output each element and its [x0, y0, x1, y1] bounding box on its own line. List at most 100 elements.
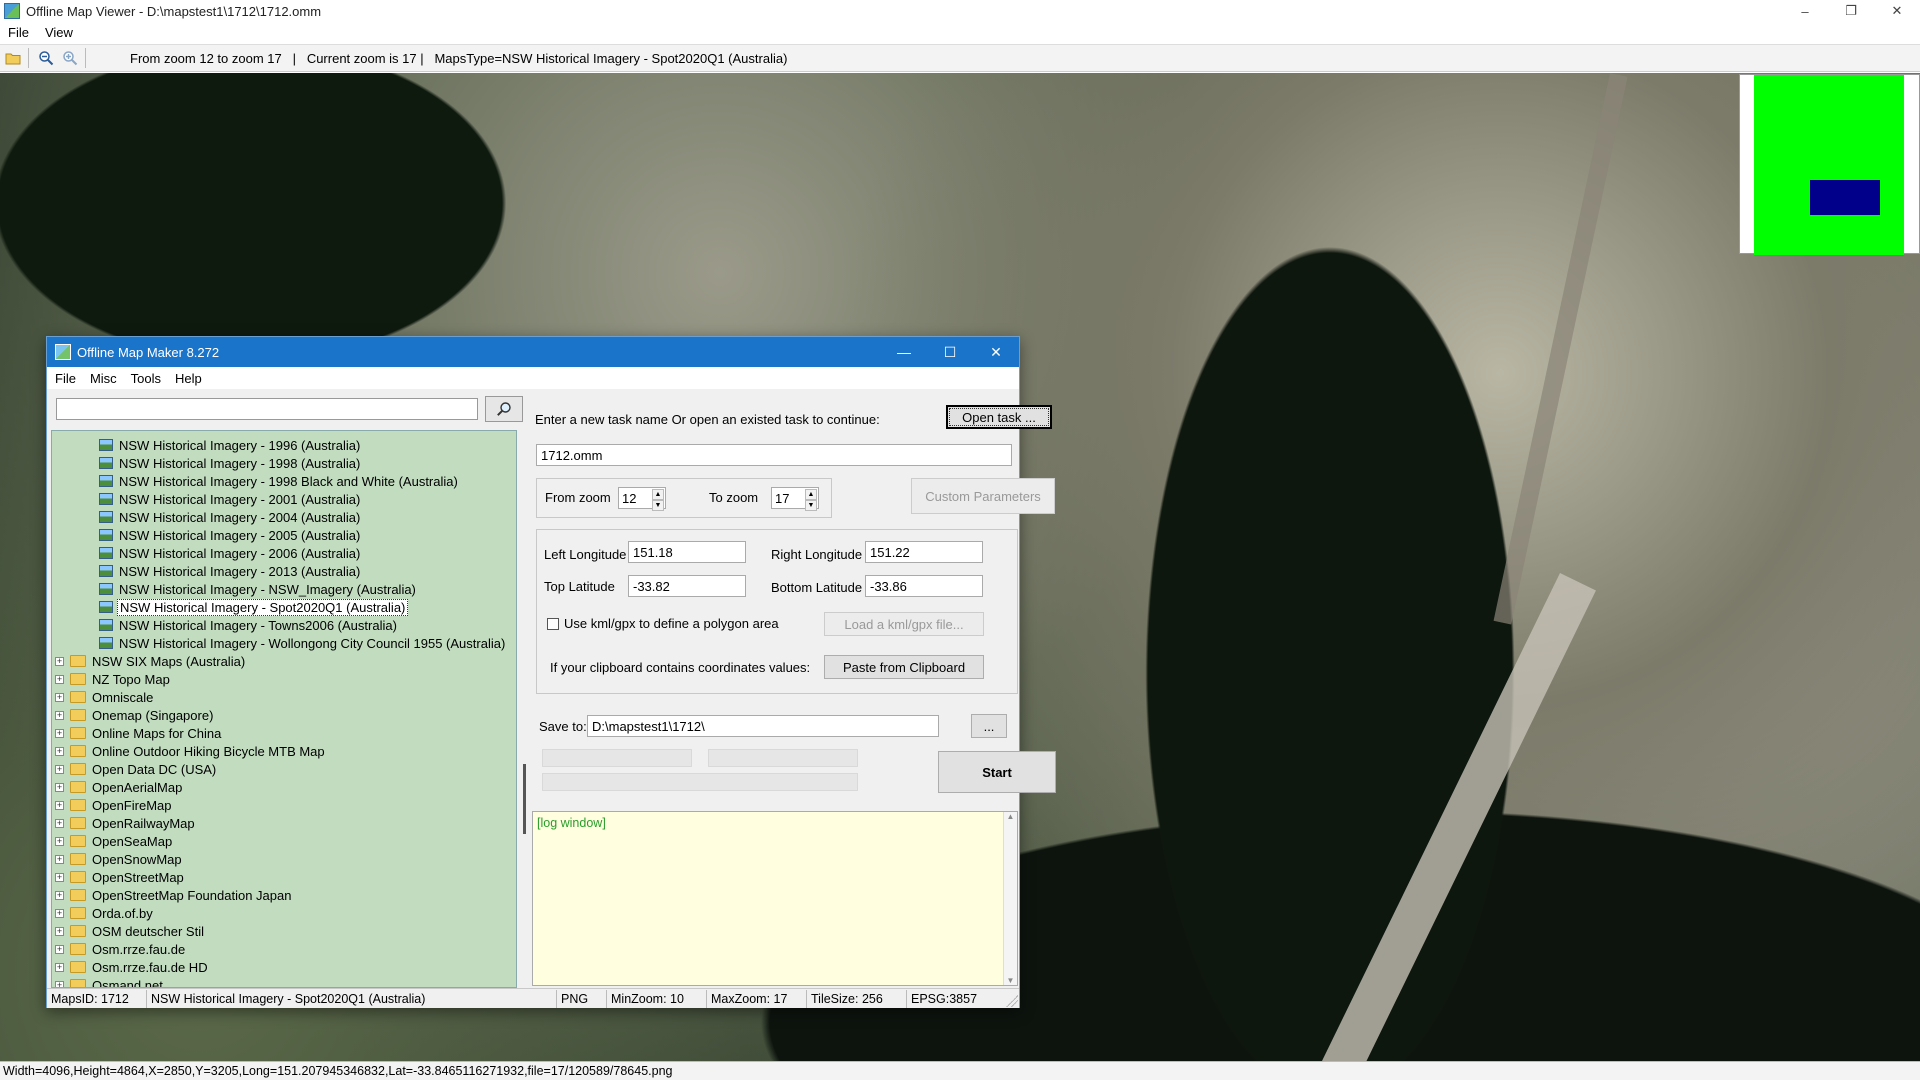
tree-item-folder[interactable]: + Osm.rrze.fau.de HD: [52, 958, 210, 976]
tree-item-folder[interactable]: + Online Outdoor Hiking Bicycle MTB Map: [52, 742, 327, 760]
dialog-menu-file[interactable]: File: [55, 371, 76, 386]
expand-icon[interactable]: +: [55, 674, 64, 684]
tree-item-folder[interactable]: + OSM deutscher Stil: [52, 922, 206, 940]
top-latitude-input[interactable]: [628, 575, 746, 597]
tree-item-map-source[interactable]: NSW Historical Imagery - 2005 (Australia…: [52, 526, 362, 544]
app-icon: [4, 3, 20, 19]
tree-item-map-source[interactable]: NSW Historical Imagery - 1996 (Australia…: [52, 436, 362, 454]
tree-item-map-source[interactable]: NSW Historical Imagery - 2001 (Australia…: [52, 490, 362, 508]
custom-parameters-button[interactable]: Custom Parameters: [911, 478, 1055, 514]
spin-up-icon[interactable]: ▲: [805, 489, 817, 500]
from-zoom-stepper[interactable]: 12 ▲ ▼: [618, 487, 666, 511]
dialog-menu-tools[interactable]: Tools: [131, 371, 161, 386]
map-search-input[interactable]: [56, 398, 478, 420]
spin-up-icon[interactable]: ▲: [652, 489, 664, 500]
browse-button[interactable]: ...: [971, 714, 1007, 738]
tree-item-folder[interactable]: + Onemap (Singapore): [52, 706, 215, 724]
load-kml-button[interactable]: Load a kml/gpx file...: [824, 612, 984, 636]
tree-item-folder[interactable]: + OpenStreetMap Foundation Japan: [52, 886, 293, 904]
task-prompt-label: Enter a new task name Or open an existed…: [535, 412, 880, 427]
dialog-menu-help[interactable]: Help: [175, 371, 202, 386]
tree-item-folder[interactable]: + OpenFireMap: [52, 796, 173, 814]
resize-grip[interactable]: [1006, 995, 1018, 1007]
tree-item-map-source[interactable]: NSW Historical Imagery - NSW_Imagery (Au…: [52, 580, 418, 598]
dialog-close-button[interactable]: ✕: [973, 337, 1019, 367]
spin-down-icon[interactable]: ▼: [805, 500, 817, 511]
bottom-latitude-input[interactable]: [865, 575, 983, 597]
tree-item-map-source[interactable]: NSW Historical Imagery - 2006 (Australia…: [52, 544, 362, 562]
kml-checkbox[interactable]: [547, 618, 559, 630]
expand-icon[interactable]: +: [55, 656, 64, 666]
expand-icon[interactable]: +: [55, 692, 64, 702]
left-longitude-input[interactable]: [628, 541, 746, 563]
tree-item-map-source[interactable]: NSW Historical Imagery - 1998 (Australia…: [52, 454, 362, 472]
expand-icon[interactable]: +: [55, 908, 64, 918]
tree-item-folder[interactable]: + OpenSeaMap: [52, 832, 174, 850]
tree-item-folder[interactable]: + OpenAerialMap: [52, 778, 184, 796]
tree-item-folder[interactable]: + Omniscale: [52, 688, 155, 706]
expand-icon[interactable]: +: [55, 980, 64, 987]
expand-icon[interactable]: +: [55, 944, 64, 954]
zoom-out-icon[interactable]: [35, 47, 57, 69]
log-scrollbar[interactable]: ▲ ▼: [1003, 812, 1017, 985]
tree-item-map-source[interactable]: NSW Historical Imagery - 2004 (Australia…: [52, 508, 362, 526]
tree-item-map-source[interactable]: NSW Historical Imagery - Towns2006 (Aust…: [52, 616, 399, 634]
paste-clipboard-button[interactable]: Paste from Clipboard: [824, 655, 984, 679]
expand-icon[interactable]: +: [55, 800, 64, 810]
tree-item-folder[interactable]: + Orda.of.by: [52, 904, 155, 922]
scroll-down-icon[interactable]: ▼: [1007, 976, 1015, 985]
dialog-minimize-button[interactable]: —: [881, 337, 927, 367]
minimize-button[interactable]: –: [1782, 0, 1828, 22]
expand-icon[interactable]: +: [55, 962, 64, 972]
task-name-input[interactable]: [536, 444, 1012, 466]
tree-folder-label: Omniscale: [92, 689, 154, 705]
tree-item-folder[interactable]: + Online Maps for China: [52, 724, 223, 742]
expand-icon[interactable]: +: [55, 728, 64, 738]
expand-icon[interactable]: +: [55, 782, 64, 792]
start-button[interactable]: Start: [938, 751, 1056, 793]
expand-icon[interactable]: +: [55, 764, 64, 774]
tree-item-folder[interactable]: + OpenRailwayMap: [52, 814, 197, 832]
open-task-button[interactable]: Open task ...: [946, 405, 1052, 429]
tree-item-map-source[interactable]: NSW Historical Imagery - 1998 Black and …: [52, 472, 460, 490]
tree-item-map-source[interactable]: NSW Historical Imagery - Wollongong City…: [52, 634, 507, 652]
overview-minimap[interactable]: [1739, 74, 1920, 255]
right-longitude-input[interactable]: [865, 541, 983, 563]
tree-item-folder[interactable]: + Osmand.net: [52, 976, 165, 987]
tree-folder-label: OpenStreetMap: [92, 869, 184, 885]
expand-icon[interactable]: +: [55, 746, 64, 756]
dialog-maximize-button[interactable]: ☐: [927, 337, 973, 367]
coordinates-group: Left Longitude Right Longitude Top Latit…: [536, 529, 1018, 694]
menu-file[interactable]: File: [8, 25, 29, 40]
expand-icon[interactable]: +: [55, 836, 64, 846]
restore-button[interactable]: ❐: [1828, 0, 1874, 22]
tree-item-folder[interactable]: + NZ Topo Map: [52, 670, 172, 688]
tree-item-map-source[interactable]: NSW Historical Imagery - Spot2020Q1 (Aus…: [52, 598, 409, 616]
log-window[interactable]: [log window] ▲ ▼: [532, 811, 1018, 986]
to-zoom-stepper[interactable]: 17 ▲ ▼: [771, 487, 819, 511]
close-button[interactable]: ✕: [1874, 0, 1920, 22]
tree-item-folder[interactable]: + OpenStreetMap: [52, 868, 186, 886]
expand-icon[interactable]: +: [55, 926, 64, 936]
expand-icon[interactable]: +: [55, 890, 64, 900]
tree-item-map-source[interactable]: NSW Historical Imagery - 2013 (Australia…: [52, 562, 362, 580]
menu-view[interactable]: View: [45, 25, 73, 40]
expand-icon[interactable]: +: [55, 872, 64, 882]
expand-icon[interactable]: +: [55, 710, 64, 720]
dialog-menu-misc[interactable]: Misc: [90, 371, 117, 386]
tree-item-folder[interactable]: + Open Data DC (USA): [52, 760, 218, 778]
search-button[interactable]: [485, 396, 523, 422]
tree-item-folder[interactable]: + NSW SIX Maps (Australia): [52, 652, 247, 670]
tree-item-folder[interactable]: + Osm.rrze.fau.de: [52, 940, 187, 958]
scroll-up-icon[interactable]: ▲: [1007, 812, 1015, 821]
overview-viewport[interactable]: [1810, 180, 1880, 215]
expand-icon[interactable]: +: [55, 854, 64, 864]
expand-icon[interactable]: +: [55, 818, 64, 828]
tree-folder-label: OSM deutscher Stil: [92, 923, 204, 939]
open-folder-icon[interactable]: [2, 47, 24, 69]
tree-item-folder[interactable]: + OpenSnowMap: [52, 850, 184, 868]
zoom-in-icon[interactable]: [59, 47, 81, 69]
save-path-input[interactable]: [587, 715, 939, 737]
spin-down-icon[interactable]: ▼: [652, 500, 664, 511]
map-source-tree[interactable]: NSW Historical Imagery - 1996 (Australia…: [51, 430, 517, 988]
